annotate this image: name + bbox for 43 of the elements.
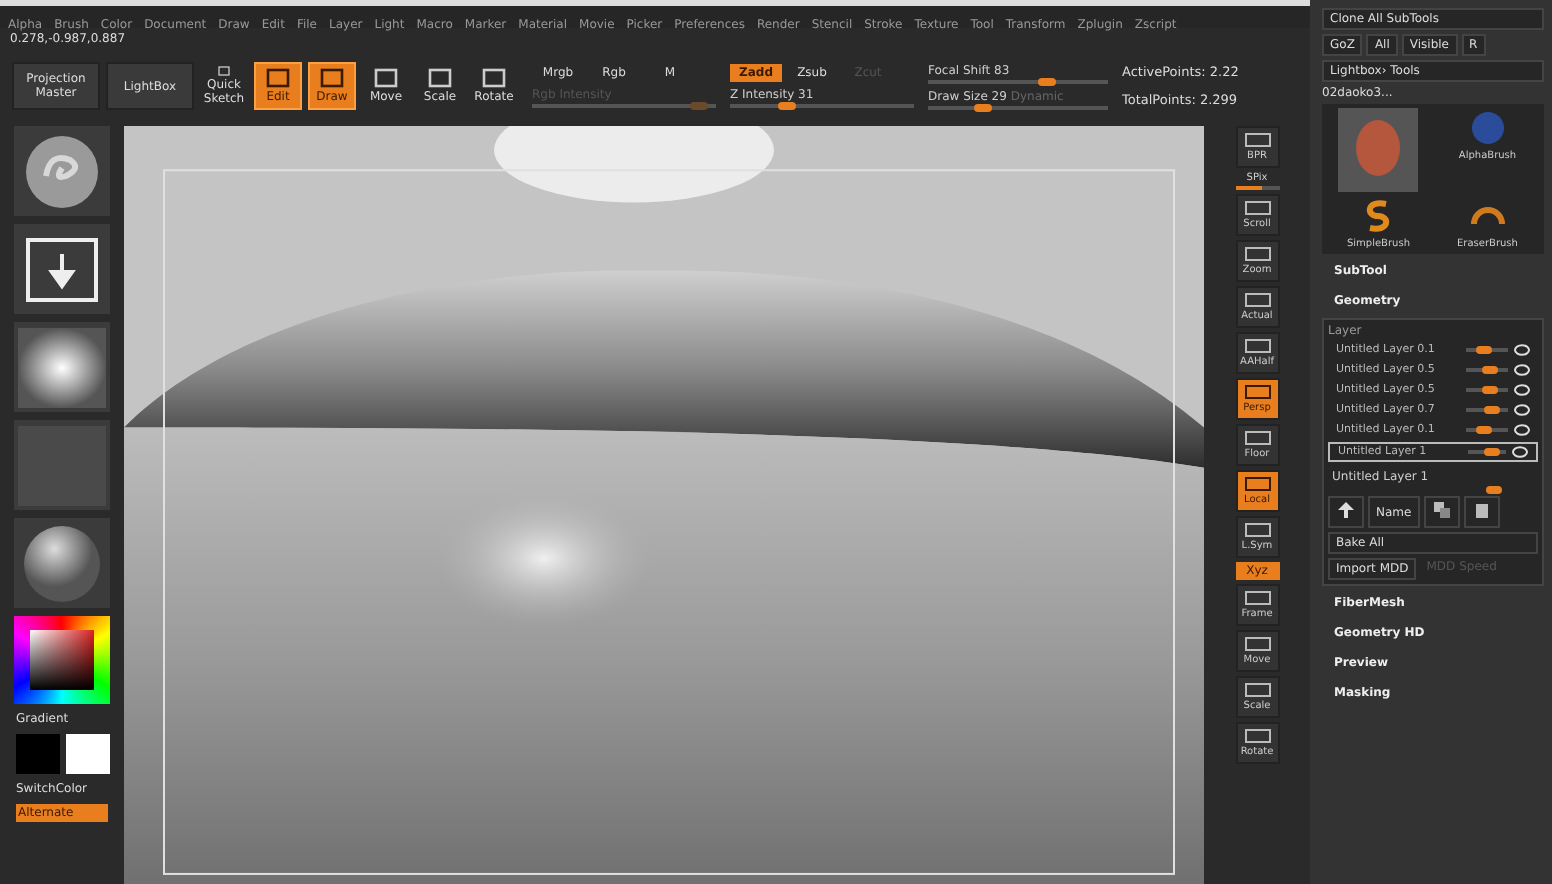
eye-icon[interactable] xyxy=(1514,344,1530,356)
view-icon xyxy=(1243,430,1271,446)
view-icon xyxy=(1243,476,1271,492)
view-icon xyxy=(1243,590,1271,606)
view-icon xyxy=(1243,522,1271,538)
view-icon xyxy=(1243,292,1271,308)
material-tile[interactable] xyxy=(14,518,110,608)
view-icon xyxy=(1243,384,1271,400)
eye-icon[interactable] xyxy=(1514,384,1530,396)
secondary-color-swatch[interactable] xyxy=(65,734,109,774)
delete-button[interactable] xyxy=(1463,496,1500,528)
copy-button[interactable] xyxy=(1423,496,1460,528)
material-sphere-icon xyxy=(18,523,106,603)
move-up-button[interactable] xyxy=(1328,496,1364,528)
main-color-swatch[interactable] xyxy=(15,734,59,774)
view-icon xyxy=(1243,636,1271,652)
view-icon xyxy=(1243,728,1271,744)
eye-icon[interactable] xyxy=(1514,424,1530,436)
tool-icon xyxy=(374,68,398,88)
eye-icon[interactable] xyxy=(1514,364,1530,376)
alpha-icon xyxy=(18,327,106,407)
view-icon xyxy=(1243,200,1271,216)
brush-tile[interactable] xyxy=(14,126,110,216)
view-icon xyxy=(1243,246,1271,262)
texture-tile[interactable] xyxy=(14,420,110,510)
head-thumbnail-icon[interactable] xyxy=(1338,108,1419,192)
view-icon xyxy=(1243,682,1271,698)
up-arrow-icon xyxy=(1338,502,1354,518)
stroke-icon xyxy=(26,237,98,301)
tool-icon xyxy=(266,68,290,88)
tool-icon xyxy=(482,68,506,88)
view-icon xyxy=(1243,132,1271,148)
eye-icon[interactable] xyxy=(1514,404,1530,416)
view-icon xyxy=(1243,338,1271,354)
copy-icon xyxy=(1433,502,1450,518)
trash-icon xyxy=(1473,502,1490,518)
tool-icon xyxy=(428,68,452,88)
color-picker[interactable] xyxy=(14,616,110,704)
alpha-tile[interactable] xyxy=(14,322,110,412)
tool-icon xyxy=(320,68,344,88)
eye-icon[interactable] xyxy=(1512,446,1528,458)
tool-icon xyxy=(212,66,236,76)
stroke-tile[interactable] xyxy=(14,224,110,314)
